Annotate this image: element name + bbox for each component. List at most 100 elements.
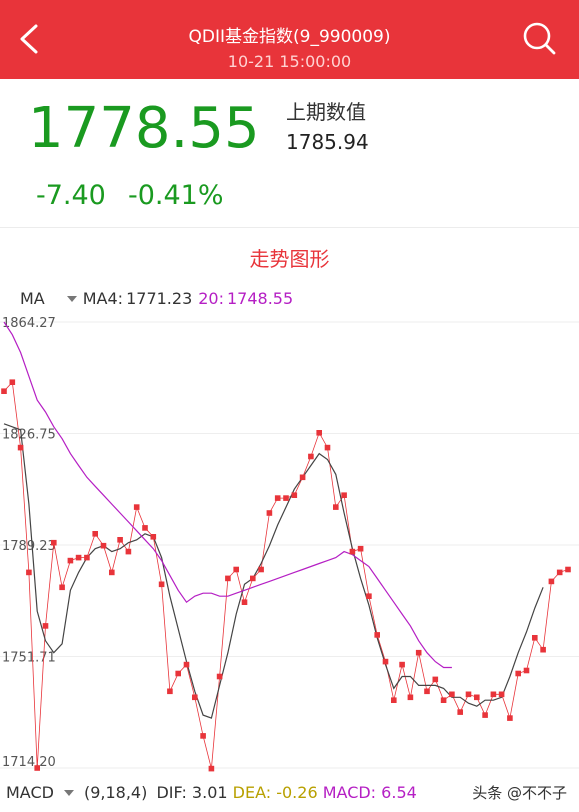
y-tick-label: 1789.23 bbox=[2, 539, 56, 554]
data-point bbox=[175, 670, 181, 677]
data-point bbox=[391, 697, 397, 703]
data-point bbox=[1, 388, 7, 394]
data-point bbox=[415, 649, 422, 656]
data-point bbox=[299, 474, 306, 481]
data-point bbox=[366, 593, 372, 599]
data-point bbox=[167, 688, 173, 695]
data-point bbox=[75, 554, 82, 561]
data-point bbox=[51, 539, 57, 546]
ma20-value: 1748.55 bbox=[227, 289, 294, 308]
search-icon[interactable] bbox=[521, 20, 557, 56]
timestamp: 10-21 15:00:00 bbox=[227, 52, 352, 71]
previous-value-label: 上期数值 bbox=[286, 100, 366, 124]
data-point bbox=[59, 584, 65, 591]
data-point bbox=[274, 495, 281, 501]
data-point bbox=[266, 510, 273, 516]
change-amount: -7.40 bbox=[36, 180, 106, 211]
y-tick-label: 1714.20 bbox=[2, 755, 56, 770]
data-point bbox=[432, 676, 439, 683]
data-point bbox=[158, 581, 165, 588]
dea-value: -0.26 bbox=[276, 783, 318, 802]
ma20-label: 20: bbox=[198, 289, 224, 308]
y-tick-label: 1751.71 bbox=[2, 651, 56, 666]
page-title: QDII基金指数(9_990009) bbox=[188, 27, 391, 47]
data-point bbox=[357, 545, 364, 552]
data-point bbox=[283, 495, 289, 501]
data-point bbox=[556, 569, 563, 576]
data-point bbox=[515, 670, 521, 677]
macd-selector[interactable]: MACD bbox=[6, 783, 54, 802]
data-point bbox=[490, 691, 497, 698]
data-point bbox=[241, 599, 248, 605]
data-point bbox=[192, 694, 198, 701]
data-point bbox=[482, 712, 488, 718]
dif-value: 3.01 bbox=[191, 783, 228, 802]
data-point bbox=[225, 575, 231, 582]
trend-chart: 1864.27 1826.75 1789.23 1751.71 1714.20 bbox=[0, 316, 579, 772]
data-point bbox=[250, 575, 256, 582]
data-point bbox=[109, 569, 115, 576]
data-point bbox=[34, 765, 40, 771]
data-point bbox=[17, 444, 24, 451]
data-point bbox=[291, 492, 298, 498]
data-point bbox=[216, 673, 223, 680]
data-point bbox=[42, 623, 49, 629]
macd-label: MACD: bbox=[322, 783, 377, 802]
current-value: 1778.55 bbox=[28, 96, 260, 161]
caret-down-icon[interactable] bbox=[66, 295, 77, 302]
data-point bbox=[258, 566, 264, 573]
ma4-line bbox=[3, 423, 544, 719]
ma-indicator-bar: MA MA4: 1771.23 20: 1748.55 bbox=[20, 289, 299, 308]
data-point bbox=[341, 492, 347, 498]
caret-down-icon[interactable] bbox=[63, 789, 74, 796]
data-point bbox=[407, 694, 414, 701]
dea-label: DEA: bbox=[232, 783, 272, 802]
dif-label: DIF: bbox=[156, 783, 187, 802]
data-point bbox=[440, 697, 447, 703]
macd-value: 6.54 bbox=[381, 783, 417, 802]
data-point bbox=[507, 715, 513, 721]
data-point bbox=[133, 504, 140, 510]
data-point bbox=[349, 548, 356, 555]
data-point bbox=[183, 661, 190, 668]
change-percent: -0.41% bbox=[128, 180, 224, 211]
data-point bbox=[474, 694, 480, 701]
data-point bbox=[233, 566, 239, 573]
app-header: QDII基金指数(9_990009) 10-21 15:00:00 bbox=[0, 0, 579, 79]
y-tick-label: 1864.27 bbox=[2, 316, 56, 331]
data-point bbox=[100, 542, 107, 549]
macd-params: (9,18,4) bbox=[83, 783, 148, 802]
data-point bbox=[324, 444, 331, 451]
data-point bbox=[208, 765, 215, 772]
data-point bbox=[200, 733, 206, 739]
data-point bbox=[67, 557, 74, 564]
data-point bbox=[498, 691, 505, 698]
ma20-line bbox=[3, 321, 452, 669]
data-point bbox=[92, 531, 98, 537]
data-point bbox=[449, 691, 455, 698]
data-point bbox=[142, 525, 148, 531]
previous-value: 1785.94 bbox=[286, 130, 369, 154]
data-point bbox=[424, 688, 430, 695]
data-point bbox=[316, 430, 322, 436]
ma4-value: 1771.23 bbox=[126, 289, 193, 308]
data-point bbox=[374, 632, 380, 638]
data-point bbox=[465, 691, 472, 698]
data-point bbox=[399, 661, 405, 668]
data-point bbox=[308, 453, 314, 460]
data-point bbox=[125, 548, 132, 555]
ma4-label: MA4: bbox=[82, 289, 124, 308]
macd-indicator-bar: MACD (9,18,4) DIF: 3.01 DEA: -0.26 MACD: … bbox=[6, 783, 417, 802]
data-point bbox=[457, 709, 463, 715]
data-point bbox=[532, 635, 538, 641]
watermark: 头条 @不不子 bbox=[472, 784, 567, 802]
data-point bbox=[382, 658, 389, 665]
ma-selector[interactable]: MA bbox=[20, 289, 45, 308]
data-point bbox=[150, 534, 157, 540]
data-point bbox=[565, 566, 571, 573]
y-tick-label: 1826.75 bbox=[2, 428, 56, 443]
data-point bbox=[84, 554, 90, 561]
data-point bbox=[26, 569, 32, 576]
data-point bbox=[540, 646, 546, 653]
divider bbox=[0, 227, 579, 228]
